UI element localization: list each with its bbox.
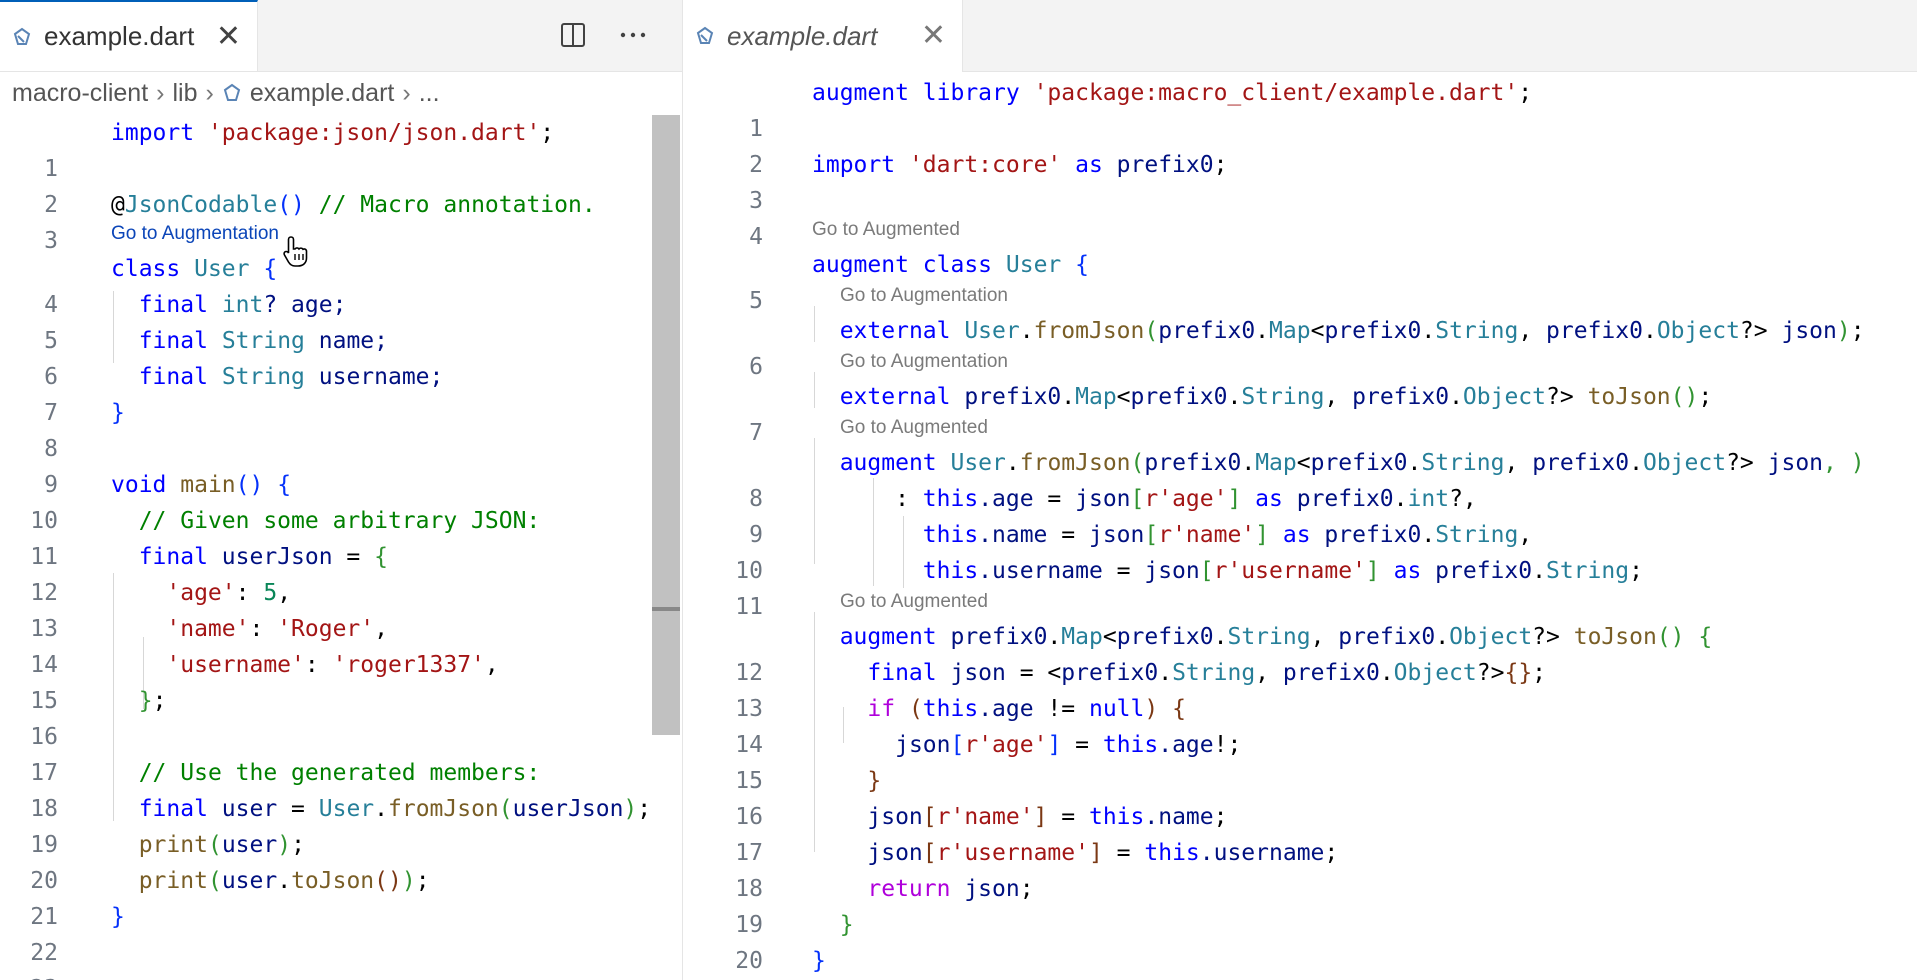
chevron-right-icon: ›: [402, 78, 411, 107]
chevron-right-icon: ›: [156, 78, 165, 107]
breadcrumb-folder-macro-client[interactable]: macro-client: [12, 79, 148, 108]
code-line: 6 final String name;: [0, 323, 682, 390]
code-line: 10 void main() {: [0, 467, 682, 534]
more-actions-icon[interactable]: [616, 18, 650, 52]
code-line: 4 class User {: [0, 251, 682, 318]
code-line: 18 json[r'username'] = this.username;: [683, 835, 1917, 902]
code-line: 8 augment User.fromJson(prefix0.Map<pref…: [683, 445, 1917, 512]
code-line: 3 import 'dart:core' as prefix0;: [683, 147, 1917, 214]
tab-title: example.dart: [44, 21, 195, 51]
dart-icon: [13, 27, 31, 45]
go-to-augmented-link[interactable]: Go to Augmented: [840, 413, 988, 443]
hand-pointer-icon: [283, 236, 308, 267]
code-line: 11 this.username = json[r'username'] as …: [683, 553, 1917, 620]
code-line: 22 }: [0, 899, 682, 966]
code-line: 7 final String username;: [0, 359, 682, 426]
go-to-augmented-link[interactable]: Go to Augmented: [812, 215, 960, 245]
code-line: 7 external prefix0.Map<prefix0.String, p…: [683, 379, 1917, 446]
close-icon[interactable]: ✕: [921, 21, 946, 51]
breadcrumb-file[interactable]: example.dart: [250, 79, 395, 108]
tab-example-dart-augmentation[interactable]: example.dart ✕: [683, 0, 963, 72]
breadcrumb-symbols[interactable]: ...: [419, 79, 440, 108]
code-line: 14 if (this.age != null) {: [683, 691, 1917, 758]
code-line: 3 @JsonCodable() // Macro annotation.: [0, 187, 682, 254]
left-editor: example.dart ✕ macro-client › lib › exam…: [0, 0, 682, 980]
go-to-augmented-link[interactable]: Go to Augmented: [840, 587, 988, 617]
code-line: 14 'name': 'Roger',: [0, 611, 682, 678]
code-line: 20 print(user);: [0, 827, 682, 894]
code-line: 17 json[r'name'] = this.name;: [683, 799, 1917, 866]
left-tab-bar: example.dart ✕: [0, 0, 682, 72]
split-editor-icon[interactable]: [556, 18, 590, 52]
go-to-augmentation-link[interactable]: Go to Augmentation: [840, 347, 1008, 377]
code-line: 16 };: [0, 683, 682, 750]
code-line: 10 this.name = json[r'name'] as prefix0.…: [683, 517, 1917, 584]
code-line: 17: [0, 719, 682, 786]
code-line: 9 : this.age = json[r'age'] as prefix0.i…: [683, 481, 1917, 548]
tab-title: example.dart: [727, 20, 878, 51]
code-line: 16 }: [683, 763, 1917, 830]
go-to-augmentation-link[interactable]: Go to Augmentation: [840, 281, 1008, 311]
scrollbar-position-marker: [652, 607, 680, 611]
code-line: 12 augment prefix0.Map<prefix0.String, p…: [683, 619, 1917, 686]
right-editor: example.dart ✕ 1 augment library 'packag…: [683, 0, 1917, 980]
dart-icon: [696, 26, 714, 44]
code-line: 1 augment library 'package:macro_client/…: [683, 75, 1917, 142]
chevron-right-icon: ›: [205, 78, 214, 107]
code-line: 5 final int? age;: [0, 287, 682, 354]
right-tab-bar: example.dart ✕: [683, 0, 1917, 72]
code-line: 11 // Given some arbitrary JSON:: [0, 503, 682, 570]
code-line: 12 final userJson = {: [0, 539, 682, 606]
vertical-scrollbar[interactable]: [652, 115, 680, 735]
code-line: 6 external User.fromJson(prefix0.Map<pre…: [683, 313, 1917, 380]
code-line: 20 }: [683, 907, 1917, 974]
code-line: 19 return json;: [683, 871, 1917, 938]
line-number: 23: [0, 971, 58, 980]
code-line: 19 final user = User.fromJson(userJson);: [0, 791, 682, 858]
code-line: 8 }: [0, 395, 682, 462]
code-line: 1 import 'package:json/json.dart';: [0, 115, 682, 182]
code-line: 2: [683, 111, 1917, 178]
code-line: 21 }: [683, 943, 1917, 979]
code-line: 5 augment class User {: [683, 247, 1917, 314]
breadcrumb-folder-lib[interactable]: lib: [172, 79, 197, 108]
code-line: 21 print(user.toJson());: [0, 863, 682, 930]
code-line: 9: [0, 431, 682, 498]
breadcrumb: macro-client › lib › example.dart › ...: [12, 78, 440, 108]
tab-example-dart[interactable]: example.dart ✕: [0, 0, 258, 71]
code-line: 15 json[r'age'] = this.age!;: [683, 727, 1917, 794]
code-line: 13 'age': 5,: [0, 575, 682, 642]
dart-icon: [223, 83, 240, 101]
code-line: 13 final json = <prefix0.String, prefix0…: [683, 655, 1917, 722]
code-line: 18 // Use the generated members:: [0, 755, 682, 822]
code-line: 4: [683, 183, 1917, 250]
code-line: 15 'username': 'roger1337',: [0, 647, 682, 714]
code-line: 2: [0, 151, 682, 218]
go-to-augmentation-link[interactable]: Go to Augmentation: [111, 219, 279, 249]
code-line: 23: [0, 935, 682, 980]
close-icon[interactable]: ✕: [216, 21, 241, 52]
